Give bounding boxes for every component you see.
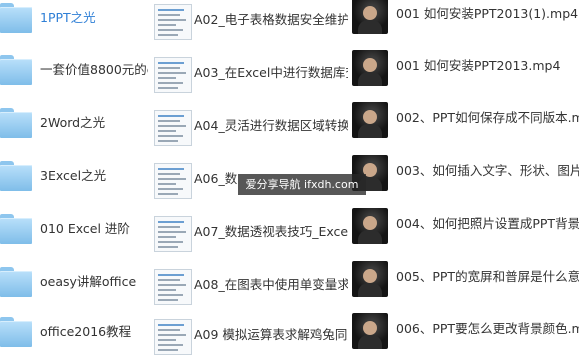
video-item[interactable]: 006、PPT要怎么更改背景颜色.mp4: [348, 311, 579, 351]
document-thumbnail-icon: [154, 4, 192, 40]
document-item[interactable]: A03_在Excel中进行数据库查: [148, 55, 348, 95]
video-label: 001 如何安装PPT2013.mp4: [396, 58, 561, 73]
document-item[interactable]: A08_在图表中使用单变量求解: [148, 267, 348, 307]
document-item[interactable]: A07_数据透视表技巧_Excel搭: [148, 214, 348, 254]
video-label: 006、PPT要怎么更改背景颜色.mp4: [396, 321, 579, 336]
document-label: A09 模拟运算表求解鸡兔同笼: [194, 327, 348, 342]
folder-icon: [0, 108, 32, 138]
video-item[interactable]: 004、如何把照片设置成PPT背景.mp: [348, 206, 579, 246]
folder-item-excel-8800[interactable]: 一套价值8800元的ex: [0, 52, 148, 92]
folder-label: 3Excel之光: [40, 168, 107, 183]
video-thumbnail-icon: [352, 50, 388, 86]
document-label: A03_在Excel中进行数据库查: [194, 65, 348, 80]
folder-item-excel-advanced[interactable]: 010 Excel 进阶: [0, 211, 148, 251]
document-thumbnail-icon: [154, 319, 192, 355]
folder-item-oeasy[interactable]: oeasy讲解office: [0, 264, 148, 304]
video-item[interactable]: 001 如何安装PPT2013.mp4: [348, 48, 579, 88]
folder-icon: [0, 3, 32, 33]
video-thumbnail-icon: [352, 313, 388, 349]
video-label: 004、如何把照片设置成PPT背景.mp: [396, 216, 579, 231]
document-thumbnail-icon: [154, 163, 192, 199]
document-label: A06_数: [194, 171, 238, 186]
video-column: 001 如何安装PPT2013(1).mp4 001 如何安装PPT2013.m…: [348, 0, 579, 349]
folder-icon: [0, 161, 32, 191]
document-thumbnail-icon: [154, 216, 192, 252]
folder-item-office2016[interactable]: office2016教程: [0, 314, 148, 354]
folder-icon: [0, 214, 32, 244]
folder-icon: [0, 55, 32, 85]
document-label: A08_在图表中使用单变量求解: [194, 277, 348, 292]
video-label: 001 如何安装PPT2013(1).mp4: [396, 6, 579, 21]
video-item[interactable]: 005、PPT的宽屏和普屏是什么意思: [348, 259, 579, 299]
folder-label: oeasy讲解office: [40, 274, 137, 289]
folder-item-1ppt[interactable]: 1PPT之光: [0, 0, 148, 40]
document-label: A07_数据透视表技巧_Excel搭: [194, 224, 348, 239]
video-item[interactable]: 002、PPT如何保存成不同版本.mp: [348, 100, 579, 140]
video-item[interactable]: 003、如何插入文字、形状、图片.mp: [348, 153, 579, 193]
document-label: A02_电子表格数据安全维护_: [194, 12, 348, 27]
folder-column: 1PPT之光 一套价值8800元的ex 2Word之光 3Excel之光 010…: [0, 0, 148, 347]
document-column: A02_电子表格数据安全维护_ A03_在Excel中进行数据库查 A04_灵活…: [148, 0, 348, 355]
video-label: 003、如何插入文字、形状、图片.mp: [396, 163, 579, 178]
document-item[interactable]: A02_电子表格数据安全维护_: [148, 2, 348, 42]
document-thumbnail-icon: [154, 110, 192, 146]
video-thumbnail-icon: [352, 208, 388, 244]
document-item[interactable]: A04_灵活进行数据区域转换_: [148, 108, 348, 148]
watermark-overlay: 爱分享导航 ifxdh.com: [238, 174, 366, 195]
document-item[interactable]: A09 模拟运算表求解鸡兔同笼: [148, 317, 348, 357]
video-label: 005、PPT的宽屏和普屏是什么意思: [396, 269, 579, 284]
folder-label: office2016教程: [40, 324, 132, 339]
folder-label: 一套价值8800元的ex: [40, 62, 148, 77]
document-label: A04_灵活进行数据区域转换_: [194, 118, 348, 133]
folder-label: 2Word之光: [40, 115, 106, 130]
document-thumbnail-icon: [154, 57, 192, 93]
folder-label: 1PPT之光: [40, 10, 96, 25]
video-label: 002、PPT如何保存成不同版本.mp: [396, 110, 579, 125]
document-thumbnail-icon: [154, 269, 192, 305]
folder-item-word[interactable]: 2Word之光: [0, 105, 148, 145]
folder-icon: [0, 317, 32, 347]
folder-icon: [0, 267, 32, 297]
video-thumbnail-icon: [352, 0, 388, 34]
folder-label: 010 Excel 进阶: [40, 221, 130, 236]
video-thumbnail-icon: [352, 261, 388, 297]
video-thumbnail-icon: [352, 102, 388, 138]
folder-item-excel[interactable]: 3Excel之光: [0, 158, 148, 198]
video-item[interactable]: 001 如何安装PPT2013(1).mp4: [348, 0, 579, 36]
